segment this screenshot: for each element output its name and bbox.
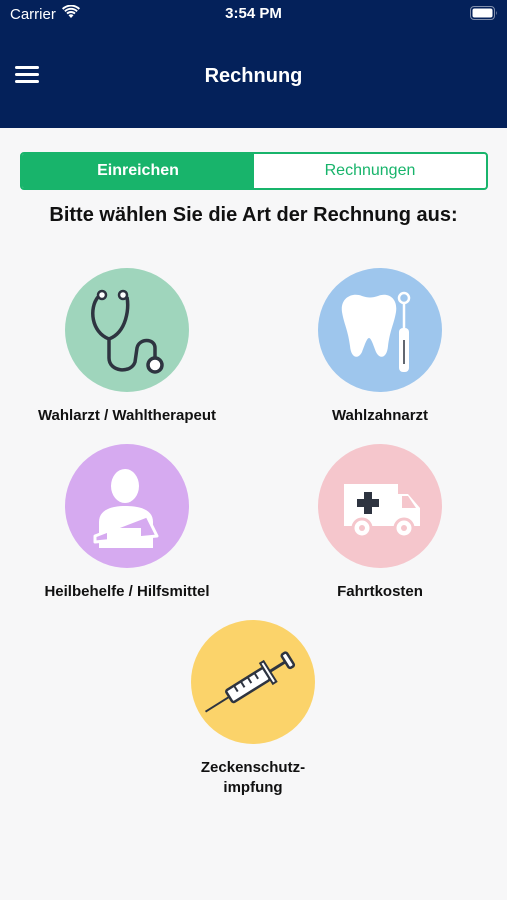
- app-header: Carrier 3:54 PM Rechnung: [0, 0, 507, 128]
- tab-einreichen[interactable]: Einreichen: [22, 154, 254, 188]
- option-wahlarzt[interactable]: Wahlarzt / Wahltherapeut: [7, 268, 247, 426]
- battery-icon: [470, 6, 497, 20]
- tab-rechnungen[interactable]: Rechnungen: [254, 154, 486, 188]
- option-label: Heilbehelfe / Hilfsmittel: [44, 583, 210, 600]
- option-heilbehelfe[interactable]: Heilbehelfe / Hilfsmittel: [7, 444, 247, 602]
- tooth-icon: [318, 268, 442, 392]
- option-wahlzahnarzt[interactable]: Wahlzahnarzt: [260, 268, 500, 426]
- status-time: 3:54 PM: [225, 5, 282, 22]
- option-zeckenschutz[interactable]: Zeckenschutz- impfung: [133, 620, 373, 798]
- arm-sling-icon: [65, 444, 189, 568]
- stethoscope-icon: [65, 268, 189, 392]
- syringe-icon: [191, 620, 315, 744]
- option-label: Fahrtkosten: [337, 583, 423, 600]
- instruction-heading: Bitte wählen Sie die Art der Rechnung au…: [49, 204, 458, 226]
- ambulance-icon: [318, 444, 442, 568]
- status-bar: Carrier 3:54 PM: [0, 0, 507, 28]
- option-fahrtkosten[interactable]: Fahrtkosten: [260, 444, 500, 602]
- option-label: Zeckenschutz- impfung: [200, 759, 306, 796]
- segmented-control: Einreichen Rechnungen: [20, 152, 488, 190]
- page-title: Rechnung: [204, 65, 303, 87]
- option-label: Wahlzahnarzt: [331, 407, 429, 424]
- option-label: Wahlarzt / Wahltherapeut: [37, 407, 217, 424]
